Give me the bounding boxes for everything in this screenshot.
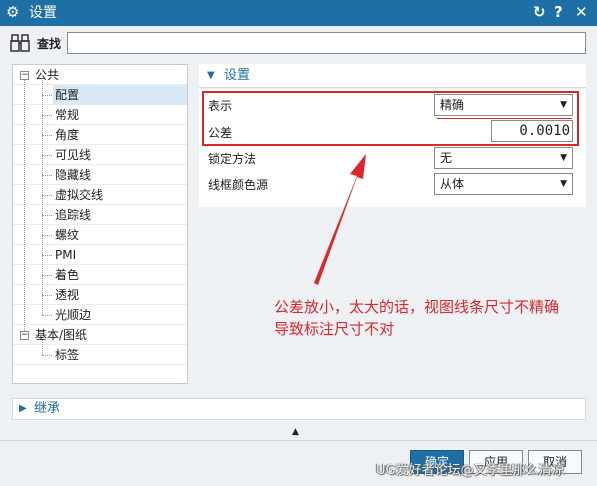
inherit-group-header[interactable]: ▶ 继承 (12, 398, 586, 420)
inherit-group-title: 继承 (34, 401, 61, 416)
annotation-line-2: 导致标注尺寸不对 (274, 320, 395, 338)
expand-up-icon[interactable]: ▲ (292, 427, 299, 437)
footer-divider (0, 440, 597, 441)
annotation-text: 公差放小，太大的话，视图线条尺寸不精确 导致标注尺寸不对 (274, 296, 594, 340)
watermark-text: UG爱好者论坛@叉季里那么清凉 (376, 463, 565, 478)
annotation-line-1: 公差放小，太大的话，视图线条尺寸不精确 (274, 298, 560, 316)
expand-triangle-icon: ▶ (19, 403, 27, 414)
